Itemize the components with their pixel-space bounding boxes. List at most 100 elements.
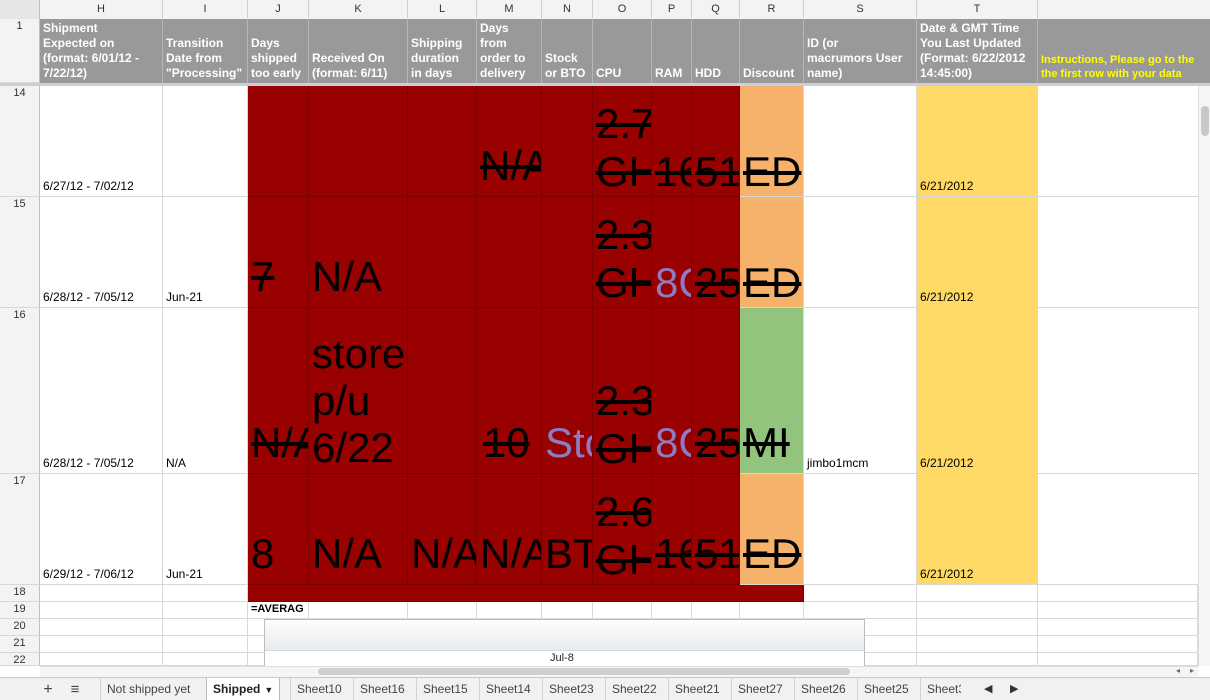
header-stock-or-bto[interactable]: Stock or BTO	[542, 19, 593, 83]
cell-empty[interactable]	[1038, 636, 1198, 653]
row-number[interactable]: 21	[0, 636, 40, 653]
tab-sheet21[interactable]: Sheet21	[668, 678, 726, 700]
cell-empty[interactable]	[917, 619, 1038, 636]
header-received-on[interactable]: Received On (format: 6/11)	[309, 19, 408, 83]
cell-stock-or-bto[interactable]	[542, 197, 593, 308]
tab-sheet23[interactable]: Sheet23	[542, 678, 600, 700]
cell-shipping-duration[interactable]	[408, 308, 477, 474]
cell-hdd[interactable]: 51	[692, 86, 740, 197]
row-number[interactable]: 1	[0, 19, 40, 83]
cell-id[interactable]	[804, 197, 917, 308]
cell-empty[interactable]	[692, 602, 740, 619]
header-ram[interactable]: RAM	[652, 19, 692, 83]
cell-hdd[interactable]: 25	[692, 308, 740, 474]
column-m[interactable]: M	[477, 0, 542, 19]
cell-cpu[interactable]: 2.3 GH	[593, 308, 652, 474]
column-u[interactable]	[1038, 0, 1210, 19]
cell-stock-or-bto[interactable]: Sto	[542, 308, 593, 474]
cell-id[interactable]: jimbo1mcm	[804, 308, 917, 474]
tab-scroll-left-icon[interactable]: ◀	[984, 678, 992, 700]
cell-empty[interactable]	[804, 585, 917, 602]
cell-empty[interactable]	[1038, 585, 1198, 602]
cell-empty[interactable]	[1038, 474, 1210, 585]
cell-days-order-to-delivery[interactable]: N/A	[477, 86, 542, 197]
horizontal-scroll-thumb[interactable]	[318, 668, 850, 675]
column-t[interactable]: T	[917, 0, 1038, 19]
cell-empty[interactable]	[40, 585, 163, 602]
row-number[interactable]: 18	[0, 585, 40, 602]
cell-ram[interactable]: 16	[652, 86, 692, 197]
cell-shipment-expected[interactable]: 6/28/12 - 7/05/12	[40, 308, 163, 474]
cell-empty[interactable]	[163, 619, 248, 636]
cell-last-updated[interactable]: 6/21/2012	[917, 474, 1038, 585]
row-number[interactable]: 16	[0, 308, 40, 474]
row-number[interactable]: 15	[0, 197, 40, 308]
cell-empty[interactable]	[40, 653, 163, 666]
tab-not-shipped-yet[interactable]: Not shipped yet	[100, 678, 196, 700]
row-number[interactable]: 22	[0, 653, 40, 666]
cell-transition-date[interactable]: Jun-21	[163, 474, 248, 585]
cell-empty[interactable]	[917, 636, 1038, 653]
cell-red-fill[interactable]	[248, 585, 804, 602]
column-r[interactable]: R	[740, 0, 804, 19]
cell-shipment-expected[interactable]: 6/29/12 - 7/06/12	[40, 474, 163, 585]
cell-empty[interactable]	[40, 619, 163, 636]
column-i[interactable]: I	[163, 0, 248, 19]
cell-cpu[interactable]: 2.6 GH	[593, 474, 652, 585]
cell-empty[interactable]	[408, 602, 477, 619]
tab-sheet14[interactable]: Sheet14	[479, 678, 537, 700]
cell-transition-date[interactable]: Jun-21	[163, 197, 248, 308]
vertical-scroll-thumb[interactable]	[1201, 106, 1209, 136]
row-number[interactable]: 14	[0, 86, 40, 197]
cell-empty[interactable]	[1038, 197, 1210, 308]
header-days-shipped-early[interactable]: Days shipped too early	[248, 19, 309, 83]
tab-sheet15[interactable]: Sheet15	[416, 678, 474, 700]
cell-empty[interactable]	[593, 602, 652, 619]
cell-empty[interactable]	[1038, 86, 1210, 197]
cell-empty[interactable]	[309, 602, 408, 619]
column-j[interactable]: J	[248, 0, 309, 19]
tab-sheet26[interactable]: Sheet26	[794, 678, 852, 700]
header-shipping-duration[interactable]: Shipping duration in days	[408, 19, 477, 83]
row-number[interactable]: 19	[0, 602, 40, 619]
cell-empty[interactable]	[804, 602, 917, 619]
column-s[interactable]: S	[804, 0, 917, 19]
column-q[interactable]: Q	[692, 0, 740, 19]
cell-stock-or-bto[interactable]: BT	[542, 474, 593, 585]
cell-ram[interactable]: 8G	[652, 197, 692, 308]
cell-empty[interactable]	[917, 602, 1038, 619]
cell-empty[interactable]	[40, 636, 163, 653]
cell-ram[interactable]: 8G	[652, 308, 692, 474]
cell-empty[interactable]	[1038, 308, 1210, 474]
cell-empty[interactable]	[40, 602, 163, 619]
chevron-down-icon[interactable]: ▼	[264, 685, 273, 695]
cell-received-on[interactable]	[309, 86, 408, 197]
embedded-chart[interactable]: Jul-8	[264, 619, 865, 669]
cell-empty[interactable]	[1038, 653, 1198, 666]
cell-days-shipped-early[interactable]: 8	[248, 474, 309, 585]
cell-last-updated[interactable]: 6/21/2012	[917, 197, 1038, 308]
cell-shipping-duration[interactable]	[408, 197, 477, 308]
header-last-updated[interactable]: Date & GMT Time You Last Updated (Format…	[917, 19, 1038, 83]
vertical-scrollbar[interactable]	[1198, 86, 1210, 666]
cell-hdd[interactable]: 51	[692, 474, 740, 585]
horizontal-scrollbar[interactable]	[40, 666, 1198, 677]
cell-transition-date[interactable]	[163, 86, 248, 197]
header-days-order-to-delivery[interactable]: Days from order to delivery	[477, 19, 542, 83]
cell-ram[interactable]: 16	[652, 474, 692, 585]
cell-shipping-duration[interactable]	[408, 86, 477, 197]
header-hdd[interactable]: HDD	[692, 19, 740, 83]
cell-empty[interactable]	[652, 602, 692, 619]
cell-empty[interactable]	[163, 636, 248, 653]
tab-sheet27[interactable]: Sheet27	[731, 678, 789, 700]
cell-days-shipped-early[interactable]: 7	[248, 197, 309, 308]
header-shipment-expected[interactable]: Shipment Expected on (format: 6/01/12 - …	[40, 19, 163, 83]
cell-days-order-to-delivery[interactable]	[477, 197, 542, 308]
cell-received-on[interactable]: store p/u 6/22	[309, 308, 408, 474]
cell-empty[interactable]	[163, 653, 248, 666]
column-k[interactable]: K	[309, 0, 408, 19]
cell-empty[interactable]	[1038, 602, 1198, 619]
scroll-left-icon[interactable]: ◂	[1172, 666, 1184, 676]
cell-empty[interactable]	[477, 602, 542, 619]
cell-empty[interactable]	[1038, 619, 1198, 636]
